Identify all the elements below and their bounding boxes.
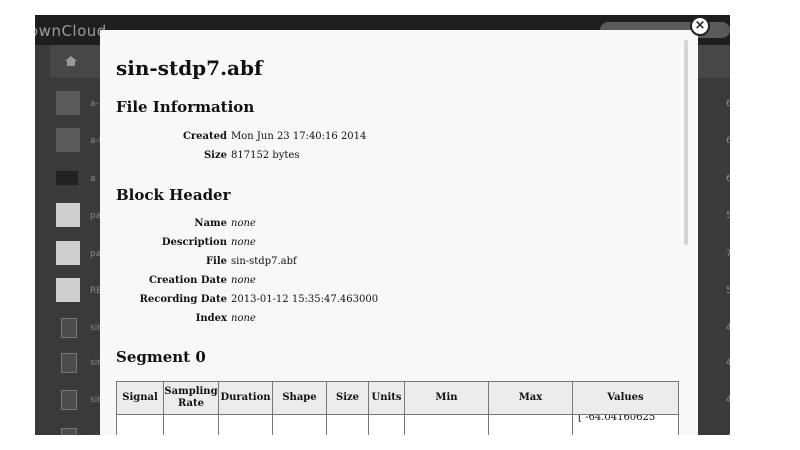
column-header-size: Size	[326, 381, 369, 415]
description-row: Description none	[116, 237, 636, 253]
file-date: 6 mo	[726, 174, 730, 184]
file-thumbnail-icon	[61, 318, 77, 338]
table-cell	[116, 414, 164, 435]
column-header-max: Max	[488, 381, 573, 415]
values-partial-text: [ -64.04160625	[578, 414, 656, 424]
column-header-shape: Shape	[272, 381, 327, 415]
file-thumbnail-icon	[56, 241, 80, 265]
index-label: Index	[195, 313, 227, 324]
segment-heading: Segment 0	[116, 348, 206, 366]
table-cell	[326, 414, 369, 435]
recording-date-row: Recording Date 2013-01-12 15:35:47.46300…	[116, 294, 636, 310]
name-value: none	[231, 218, 256, 229]
creation-date-row: Creation Date none	[116, 275, 636, 291]
file-thumbnail-icon	[56, 278, 80, 302]
file-date: 4 mo	[726, 358, 730, 368]
created-label: Created	[182, 131, 227, 142]
file-date: 4 mo	[726, 323, 730, 333]
close-button[interactable]: ×	[690, 16, 710, 36]
file-date: 6 mo	[726, 136, 730, 146]
modal-scrollbar[interactable]	[684, 40, 688, 245]
name-row: Name none	[116, 218, 636, 234]
home-icon[interactable]	[65, 56, 77, 66]
table-cell	[404, 414, 489, 435]
index-value: none	[231, 313, 256, 324]
segment-table-header: Signal Sampling Rate Duration Shape Size…	[116, 381, 679, 415]
description-value: none	[231, 237, 256, 248]
column-header-sampling-rate: Sampling Rate	[163, 381, 219, 415]
file-information-heading: File Information	[116, 98, 255, 116]
file-thumbnail-icon	[56, 91, 80, 115]
column-header-units: Units	[368, 381, 405, 415]
table-cell	[163, 414, 219, 435]
size-row: Size 817152 bytes	[116, 150, 636, 166]
column-header-signal: Signal	[116, 381, 164, 415]
file-row: File sin-stdp7.abf	[116, 256, 636, 272]
table-row: [ -64.04160625	[116, 414, 679, 435]
document-title: sin-stdp7.abf	[116, 56, 263, 80]
file-date: 4 mo	[726, 433, 730, 435]
recording-date-label: Recording Date	[139, 294, 227, 305]
app-logo: ownCloud	[35, 22, 107, 40]
block-header-heading: Block Header	[116, 186, 231, 204]
file-thumbnail-icon	[56, 171, 78, 185]
column-header-min: Min	[404, 381, 489, 415]
file-thumbnail-icon	[56, 128, 80, 152]
values-cell: [ -64.04160625	[572, 414, 679, 435]
file-thumbnail-icon	[61, 353, 77, 373]
file-name: a	[90, 174, 96, 184]
table-cell	[488, 414, 573, 435]
created-row: Created Mon Jun 23 17:40:16 2014	[116, 131, 636, 147]
column-header-values: Values	[572, 381, 679, 415]
column-header-duration: Duration	[218, 381, 273, 415]
size-value: 817152 bytes	[231, 150, 300, 161]
file-thumbnail-icon	[61, 428, 77, 435]
file-date: 4 mo	[726, 395, 730, 405]
table-cell	[272, 414, 327, 435]
table-cell	[368, 414, 405, 435]
index-row: Index none	[116, 313, 636, 329]
file-date: 6 mo	[726, 99, 730, 109]
file-date: 5 mo	[726, 211, 730, 221]
file-thumbnail-icon	[61, 390, 77, 410]
name-label: Name	[194, 218, 227, 229]
table-cell	[218, 414, 273, 435]
file-name: a-	[90, 99, 99, 109]
description-label: Description	[161, 237, 227, 248]
segment-table: Signal Sampling Rate Duration Shape Size…	[116, 381, 679, 435]
size-label: Size	[203, 150, 227, 161]
file-date: 7 mo	[726, 249, 730, 259]
recording-date-value: 2013-01-12 15:35:47.463000	[231, 294, 379, 305]
creation-date-label: Creation Date	[148, 275, 227, 286]
file-preview-modal: sin-stdp7.abf File Information Created M…	[100, 30, 698, 435]
file-date: 5 mo	[726, 286, 730, 296]
file-thumbnail-icon	[56, 203, 80, 227]
file-value: sin-stdp7.abf	[231, 256, 297, 267]
file-label: File	[205, 256, 227, 267]
created-value: Mon Jun 23 17:40:16 2014	[231, 131, 367, 142]
creation-date-value: none	[231, 275, 256, 286]
